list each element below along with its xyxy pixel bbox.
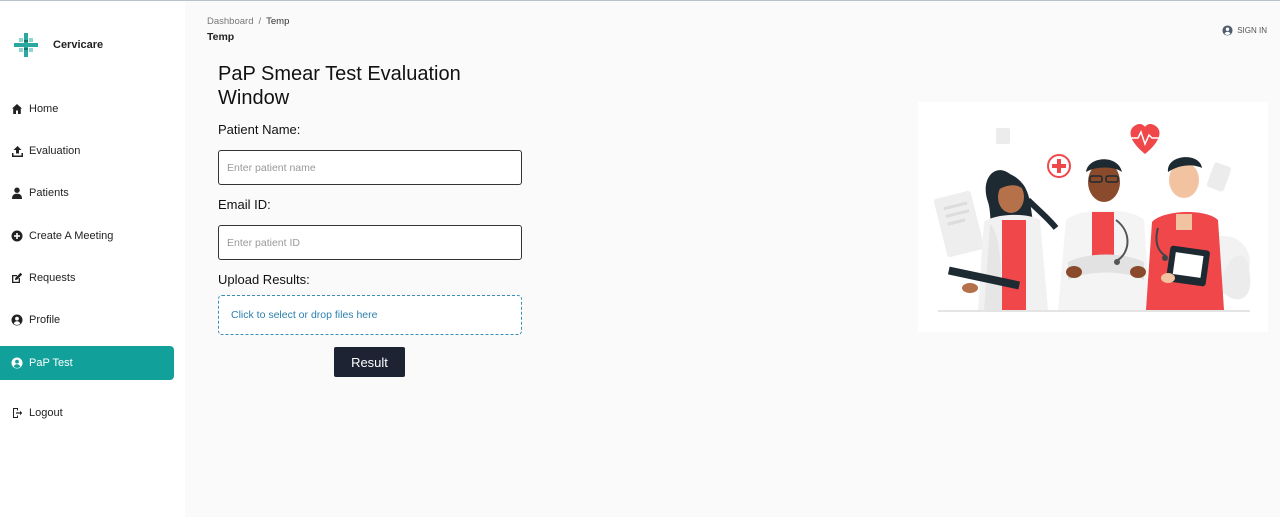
sidebar-item-requests[interactable]: Requests (0, 261, 174, 295)
sidebar-item-create-meeting[interactable]: Create A Meeting (0, 219, 174, 253)
sidebar-item-pap-test[interactable]: PaP Test (0, 346, 174, 380)
result-button[interactable]: Result (334, 347, 405, 377)
sidebar-item-profile[interactable]: Profile (0, 303, 174, 337)
sign-in-button[interactable]: SIGN IN (1222, 25, 1267, 36)
person-icon (10, 186, 24, 200)
upload-icon (10, 144, 24, 158)
user-circle-icon (10, 356, 24, 370)
sidebar-item-label: Profile (29, 314, 61, 326)
sign-in-label: SIGN IN (1237, 26, 1267, 35)
page-title: Temp (207, 31, 235, 43)
file-dropzone[interactable]: Click to select or drop files here (218, 295, 522, 335)
sidebar-item-home[interactable]: Home (0, 92, 174, 126)
sidebar-item-evaluation[interactable]: Evaluation (0, 134, 174, 168)
breadcrumb-dashboard[interactable]: Dashboard (207, 16, 253, 27)
home-icon (10, 102, 24, 116)
sidebar-item-label: Create A Meeting (29, 230, 114, 242)
brand[interactable]: Cervicare (12, 31, 103, 59)
breadcrumb: Dashboard / Temp (207, 16, 289, 27)
user-circle-icon (10, 313, 24, 327)
breadcrumb-separator: / (258, 16, 262, 27)
sidebar-item-label: PaP Test (29, 357, 73, 369)
brand-name: Cervicare (53, 39, 104, 51)
cervicare-logo-icon (14, 33, 38, 57)
user-circle-icon (1222, 25, 1233, 36)
form-title: PaP Smear Test Evaluation Window (218, 63, 461, 109)
email-input[interactable] (218, 225, 522, 260)
upload-label: Upload Results: (218, 272, 310, 287)
email-label: Email ID: (218, 197, 271, 212)
sidebar: Cervicare Home Evaluation Patients Creat… (0, 1, 185, 517)
sidebar-item-logout[interactable]: Logout (0, 396, 174, 430)
logout-icon (10, 406, 24, 420)
plus-circle-icon (10, 229, 24, 243)
top-border (0, 0, 1280, 1)
sidebar-item-label: Evaluation (29, 145, 81, 157)
edit-icon (10, 271, 24, 285)
medical-staff-illustration (918, 102, 1268, 332)
breadcrumb-current: Temp (266, 16, 290, 27)
patient-name-label: Patient Name: (218, 122, 301, 137)
dropzone-hint: Click to select or drop files here (231, 309, 378, 321)
sidebar-item-label: Home (29, 103, 59, 115)
patient-name-input[interactable] (218, 150, 522, 185)
sidebar-item-label: Logout (29, 407, 63, 419)
sidebar-item-label: Requests (29, 272, 76, 284)
sidebar-item-label: Patients (29, 187, 69, 199)
sidebar-item-patients[interactable]: Patients (0, 176, 174, 210)
